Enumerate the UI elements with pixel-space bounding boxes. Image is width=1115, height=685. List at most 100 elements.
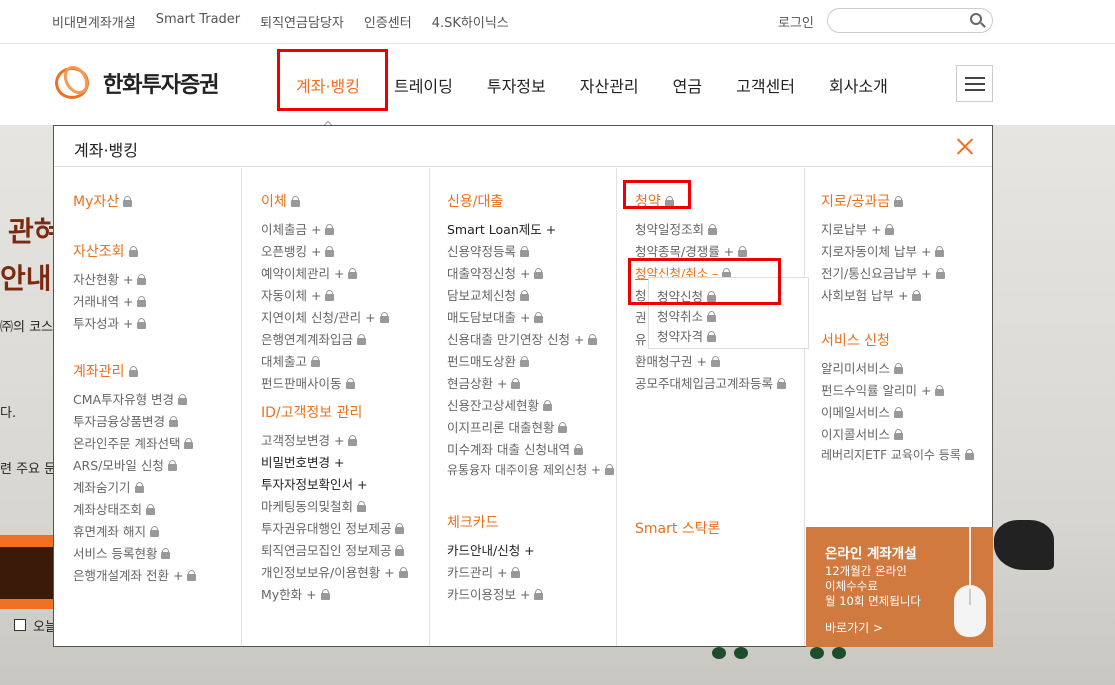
submenu-item-cancel[interactable]: 청약취소 — [657, 306, 717, 325]
menu-item[interactable]: 이지콜서비스 — [821, 424, 904, 443]
menu-item[interactable]: 오픈뱅킹 + — [261, 241, 335, 260]
menu-item[interactable]: 퇴직연금모집인 정보제공 — [261, 540, 405, 559]
lock-icon — [534, 589, 544, 600]
menu-item[interactable]: 미수계좌 대출 신청내역 — [447, 439, 583, 458]
menu-item[interactable]: 지연이체 신청/관리 + — [261, 307, 389, 326]
menu-item-obscured[interactable]: 권 — [635, 307, 647, 326]
menu-account-management[interactable]: 계좌관리 — [73, 361, 138, 381]
menu-item[interactable]: 은행개설계좌 전환 + — [73, 565, 197, 584]
menu-item[interactable]: 투자자정보확인서 + — [261, 474, 367, 493]
menu-item[interactable]: 알리미서비스 — [821, 358, 904, 377]
menu-credit-loan[interactable]: 신용/대출 — [447, 191, 503, 211]
nav-trading[interactable]: 트레이딩 — [377, 73, 470, 97]
close-icon[interactable] — [957, 138, 974, 155]
menu-item[interactable]: 신용대출 만기연장 신청 + — [447, 329, 598, 348]
menu-item[interactable]: 은행연계계좌입금 — [261, 329, 367, 348]
main-header: 한화투자증권 계좌·뱅킹 트레이딩 투자정보 자산관리 연금 고객센터 회사소개 — [0, 45, 1115, 125]
nav-asset-management[interactable]: 자산관리 — [563, 73, 656, 97]
menu-item[interactable]: 환매청구권 + — [635, 351, 720, 370]
menu-item[interactable]: 자동이체 + — [261, 285, 335, 304]
menu-item[interactable]: 거래내역 + — [73, 291, 147, 310]
menu-item-obscured[interactable]: 유 — [635, 329, 647, 348]
menu-item[interactable]: 이체출금 + — [261, 219, 335, 238]
menu-item[interactable]: 지로납부 + — [821, 219, 895, 238]
hamburger-icon[interactable] — [956, 65, 993, 102]
menu-item[interactable]: 신용잔고상세현황 — [447, 395, 553, 414]
submenu-item-eligibility[interactable]: 청약자격 — [657, 326, 717, 345]
nav-pension[interactable]: 연금 — [656, 73, 719, 97]
dont-show-today-checkbox[interactable] — [14, 619, 26, 631]
util-link-sk-hynix[interactable]: 4.SK하이닉스 — [432, 12, 509, 31]
promo-link[interactable]: 바로가기 > — [825, 619, 883, 636]
menu-giro-utility[interactable]: 지로/공과금 — [821, 191, 904, 211]
menu-item[interactable]: 이메일서비스 — [821, 402, 904, 421]
lock-icon — [543, 400, 553, 411]
menu-item[interactable]: 고객정보변경 + — [261, 430, 358, 449]
menu-item[interactable]: 지로자동이체 납부 + — [821, 241, 945, 260]
login-link[interactable]: 로그인 — [778, 12, 814, 31]
search-input[interactable] — [838, 9, 968, 31]
menu-item[interactable]: ARS/모바일 신청 — [73, 455, 177, 474]
menu-item[interactable]: My한화 + — [261, 584, 330, 603]
menu-item[interactable]: 자산현황 + — [73, 269, 147, 288]
menu-item[interactable]: 펀드매도상환 — [447, 351, 530, 370]
nav-investment-info[interactable]: 투자정보 — [470, 73, 563, 97]
logo[interactable]: 한화투자증권 — [53, 61, 219, 103]
menu-item[interactable]: 카드안내/신청 + — [447, 540, 535, 559]
menu-item[interactable]: Smart Loan제도 + — [447, 219, 556, 238]
nav-customer-center[interactable]: 고객센터 — [719, 73, 812, 97]
menu-asset-inquiry[interactable]: 자산조회 — [73, 241, 138, 261]
search-box[interactable] — [827, 8, 993, 33]
banner-line-3: 련 주요 문 — [0, 462, 57, 477]
menu-item[interactable]: 매도담보대출 + — [447, 307, 544, 326]
banner-stripe-2 — [0, 599, 53, 609]
menu-item[interactable]: 현금상환 + — [447, 373, 521, 392]
search-icon[interactable] — [970, 13, 982, 25]
menu-item[interactable]: 카드관리 + — [447, 562, 521, 581]
menu-item[interactable]: 유통융자 대주이용 제외신청 + — [447, 461, 614, 478]
menu-item[interactable]: 온라인주문 계좌선택 — [73, 433, 194, 452]
util-link-account-open[interactable]: 비대면계좌개설 — [52, 12, 136, 31]
menu-item[interactable]: 담보교체신청 — [447, 285, 530, 304]
menu-item[interactable]: 공모주대체입금고계좌등록 — [635, 373, 787, 392]
menu-item[interactable]: 비밀번호변경 + — [261, 452, 344, 471]
util-link-pension-manager[interactable]: 퇴직연금담당자 — [260, 12, 344, 31]
menu-item[interactable]: 청약일정조회 — [635, 219, 718, 238]
lock-icon — [707, 331, 717, 342]
promo-banner[interactable]: 온라인 계좌개설 12개월간 온라인 이체수수료 월 10회 면제됩니다 바로가… — [806, 527, 993, 647]
menu-id-customer-info[interactable]: ID/고객정보 관리 — [261, 402, 362, 422]
menu-item[interactable]: 전기/통신요금납부 + — [821, 263, 945, 282]
menu-item[interactable]: 이지프리론 대출현황 — [447, 417, 568, 436]
menu-item[interactable]: 투자금융상품변경 — [73, 411, 179, 430]
menu-my-assets[interactable]: My자산 — [73, 191, 133, 211]
menu-item[interactable]: 대출약정신청 + — [447, 263, 544, 282]
submenu-item-label: 청약취소 — [657, 309, 704, 324]
menu-item[interactable]: 마케팅동의및철회 — [261, 496, 367, 515]
util-link-cert-center[interactable]: 인증센터 — [364, 12, 412, 31]
menu-item[interactable]: 서비스 등록현황 — [73, 543, 171, 562]
menu-item[interactable]: 사회보험 납부 + — [821, 285, 922, 304]
menu-item[interactable]: 개인정보보유/이용현황 + — [261, 562, 408, 581]
menu-item[interactable]: 계좌상태조회 — [73, 499, 156, 518]
lock-icon — [777, 378, 787, 389]
menu-item[interactable]: 투자성과 + — [73, 313, 147, 332]
menu-item[interactable]: 카드이용정보 + — [447, 584, 544, 603]
menu-item[interactable]: CMA투자유형 변경 — [73, 389, 188, 408]
menu-item[interactable]: 신용약정등록 — [447, 241, 530, 260]
menu-smart-stock-loan[interactable]: Smart 스탁론 — [635, 518, 720, 538]
menu-item[interactable]: 휴면계좌 해지 — [73, 521, 159, 540]
menu-item[interactable]: 펀드수익률 알리미 + — [821, 380, 945, 399]
menu-service-apply[interactable]: 서비스 신청 — [821, 330, 890, 350]
menu-item[interactable]: 펀드판매사이동 — [261, 373, 355, 392]
menu-item[interactable]: 대체출고 — [261, 351, 321, 370]
menu-item[interactable]: 계좌숨기기 — [73, 477, 144, 496]
menu-item[interactable]: 예약이체관리 + — [261, 263, 358, 282]
lock-icon — [558, 422, 568, 433]
menu-item-label: 담보교체신청 — [447, 288, 517, 303]
util-link-smart-trader[interactable]: Smart Trader — [156, 12, 240, 31]
nav-company[interactable]: 회사소개 — [812, 73, 905, 97]
menu-item[interactable]: 투자권유대행인 정보제공 — [261, 518, 405, 537]
menu-check-card[interactable]: 체크카드 — [447, 512, 499, 532]
menu-item[interactable]: 레버리지ETF 교육이수 등록 — [821, 446, 974, 463]
menu-transfer[interactable]: 이체 — [261, 191, 300, 211]
